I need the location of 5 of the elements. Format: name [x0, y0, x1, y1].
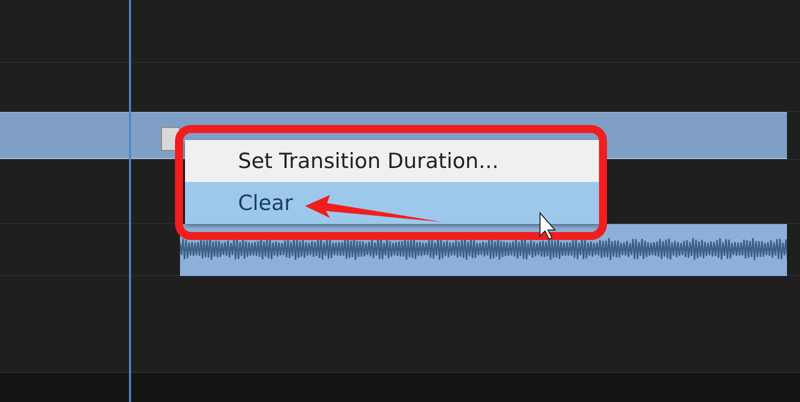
menu-item[interactable]: Set Transition Duration...: [185, 140, 601, 182]
cursor-icon: [540, 212, 556, 240]
scroll-bar[interactable]: [0, 373, 800, 402]
arrow-icon: [305, 195, 442, 222]
menu-item[interactable]: Clear: [185, 182, 601, 224]
